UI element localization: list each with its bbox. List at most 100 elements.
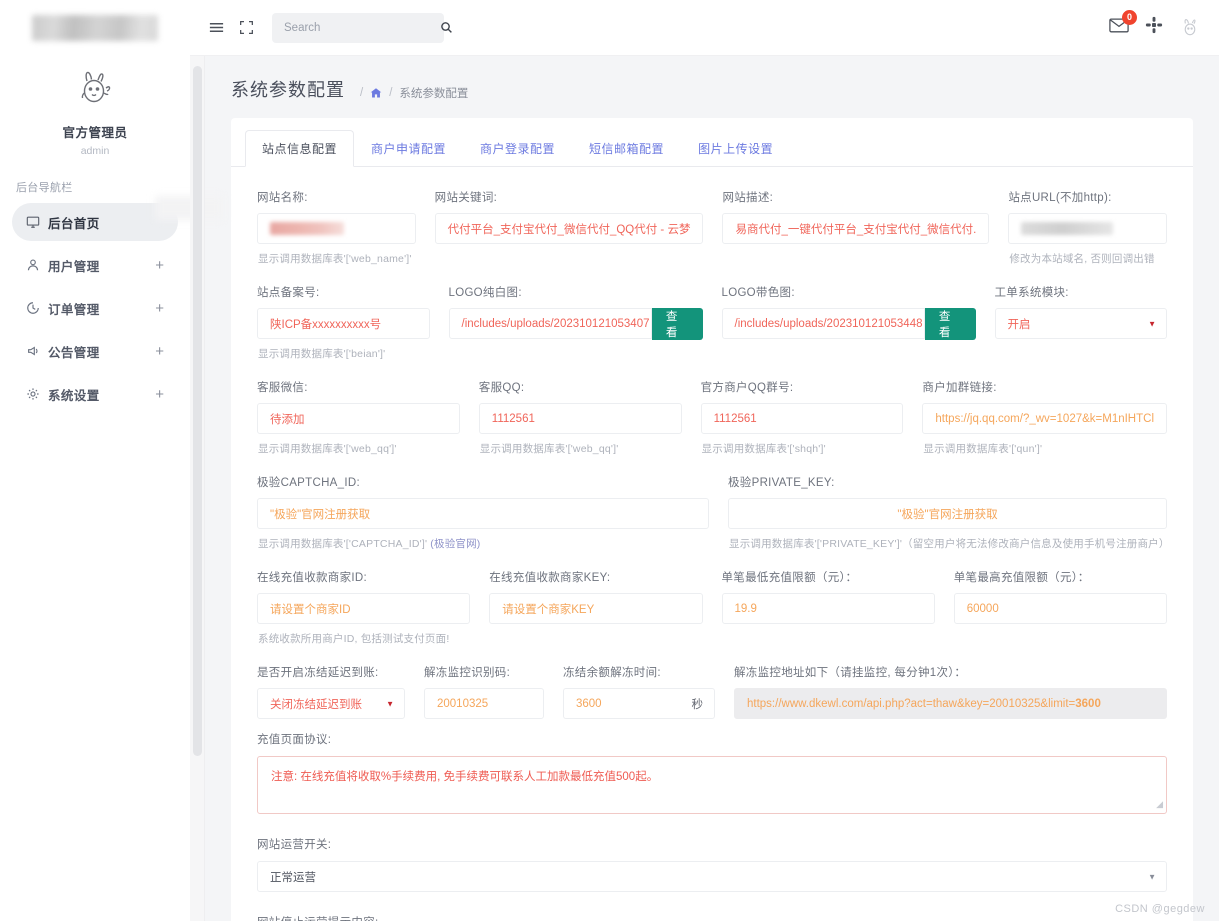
site-keywords-input[interactable]: 代付平台_支付宝代付_微信代付_QQ代付 - 云梦	[435, 213, 704, 244]
ticket-module-select[interactable]: 开启 ▼	[995, 308, 1168, 339]
logo-color-group: /includes/uploads/202310121053448 查看	[722, 308, 976, 340]
search-input[interactable]	[282, 21, 440, 35]
field-group-join-link: 商户加群链接: https://jq.qq.com/?_wv=1027&k=M1…	[922, 379, 1167, 470]
resize-grip-icon[interactable]: ◢	[1156, 797, 1163, 811]
puzzle-icon[interactable]	[1145, 16, 1163, 39]
field-label: LOGO带色图:	[722, 284, 976, 300]
logo-color-view-button[interactable]: 查看	[925, 308, 976, 340]
brand-logo-redacted	[32, 15, 158, 41]
geetest-official-link[interactable]: (极验官网)	[430, 538, 480, 550]
breadcrumb-current: 系统参数配置	[399, 85, 468, 101]
site-description-input[interactable]: 易商代付_一键代付平台_支付宝代付_微信代付.	[722, 213, 989, 244]
recharge-merchant-key-input[interactable]: 请设置个商家KEY	[489, 593, 702, 624]
thaw-monitor-url-limit: 3600	[1075, 698, 1101, 710]
freeze-delay-value: 关闭冻结延迟到账	[270, 696, 362, 712]
form-row-4: 极验CAPTCHA_ID: "极验"官网注册获取 显示调用数据库表'['CAPT…	[257, 474, 1167, 565]
max-recharge-input[interactable]: 60000	[954, 593, 1167, 624]
form-row-2: 站点备案号: 陕ICP备xxxxxxxxxx号 显示调用数据库表'['beian…	[257, 284, 1167, 375]
sidebar-item-label: 订单管理	[48, 299, 155, 318]
sidebar-item-dashboard[interactable]: 后台首页	[12, 203, 178, 241]
tab-sms-email[interactable]: 短信邮箱配置	[572, 130, 681, 167]
hamburger-icon[interactable]	[208, 19, 225, 36]
profile-name: 官方管理员	[0, 122, 190, 141]
logo-white-view-button[interactable]: 查看	[652, 308, 703, 340]
sidebar-item-expand[interactable]: +	[155, 344, 164, 359]
field-hint: 显示调用数据库表'['PRIVATE_KEY']'（留空用户将无法修改商户信息及…	[729, 536, 1167, 551]
sidebar-item-announcements[interactable]: 公告管理 +	[12, 332, 178, 370]
tab-site-info[interactable]: 站点信息配置	[245, 130, 354, 167]
logo-white-input[interactable]: /includes/uploads/202310121053407	[449, 308, 652, 339]
field-label: 单笔最高充值限额（元）：	[954, 569, 1167, 585]
main-area: 0	[190, 0, 1219, 921]
ticket-module-value: 开启	[1008, 316, 1031, 332]
field-hint	[723, 347, 976, 359]
sidebar-item-expand[interactable]: +	[155, 387, 164, 402]
field-label: 充值页面协议:	[257, 731, 1167, 747]
recharge-agreement-textarea[interactable]: 注意: 在线充值将收取%手续费用, 免手续费可联系人工加款最低充值500起。 ◢	[257, 756, 1167, 814]
field-hint: 系统收款所用商户ID, 包括测试支付页面!	[258, 631, 470, 646]
brand-logo[interactable]	[0, 0, 190, 56]
field-hint: 修改为本站域名, 否则回调出错	[1009, 251, 1167, 266]
form-row-3: 客服微信: 待添加 显示调用数据库表'['web_qq']' 客服QQ: 111…	[257, 379, 1167, 470]
logo-color-input[interactable]: /includes/uploads/202310121053448	[722, 308, 925, 339]
field-label: 单笔最低充值限额（元）：	[722, 569, 935, 585]
search-icon[interactable]	[440, 21, 453, 34]
tab-bar: 站点信息配置 商户申请配置 商户登录配置 短信邮箱配置 图片上传设置	[231, 118, 1193, 167]
field-logo-white: LOGO纯白图: /includes/uploads/2023101210534…	[449, 284, 703, 375]
official-qq-group-input[interactable]: 1112561	[701, 403, 904, 434]
service-qq-input[interactable]: 1112561	[479, 403, 682, 434]
scrollbar-thumb[interactable]	[193, 66, 202, 756]
breadcrumb-separator: /	[360, 87, 363, 99]
thaw-time-unit: 秒	[681, 688, 716, 719]
service-wechat-input[interactable]: 待添加	[257, 403, 460, 434]
sidebar-item-label: 后台首页	[48, 213, 164, 232]
blur-artifact	[155, 196, 223, 220]
sidebar-item-orders[interactable]: 订单管理 +	[12, 289, 178, 327]
icp-record-input[interactable]: 陕ICP备xxxxxxxxxx号	[257, 308, 430, 339]
freeze-delay-select[interactable]: 关闭冻结延迟到账 ▼	[257, 688, 405, 719]
thaw-monitor-url-prefix: https://www.dkewl.com/api.php?act=thaw&k…	[747, 698, 1075, 710]
sidebar-item-users[interactable]: 用户管理 +	[12, 246, 178, 284]
user-avatar-icon[interactable]	[1179, 17, 1201, 39]
field-label: 客服微信:	[257, 379, 460, 395]
sidebar-item-label: 系统设置	[48, 385, 155, 404]
sidebar-item-expand[interactable]: +	[155, 258, 164, 273]
sidebar-item-label: 公告管理	[48, 342, 155, 361]
thaw-monitor-url-input[interactable]: https://www.dkewl.com/api.php?act=thaw&k…	[734, 688, 1167, 719]
field-hint-text: 显示调用数据库表'['CAPTCHA_ID']'	[258, 538, 427, 550]
sidebar-item-settings[interactable]: 系统设置 +	[12, 375, 178, 413]
thaw-code-input[interactable]: 20010325	[424, 688, 544, 719]
breadcrumb-separator: /	[389, 87, 392, 99]
logo-white-group: /includes/uploads/202310121053407 查看	[449, 308, 703, 340]
tab-merchant-apply[interactable]: 商户申请配置	[354, 130, 463, 167]
site-url-input[interactable]	[1008, 213, 1167, 244]
operation-switch-select[interactable]: 正常运营 ▼	[257, 861, 1167, 892]
messages-button[interactable]: 0	[1109, 17, 1129, 38]
field-label: 站点备案号:	[257, 284, 430, 300]
search-box[interactable]	[272, 13, 444, 43]
thaw-time-input[interactable]: 3600	[563, 688, 681, 719]
field-site-description: 网站描述: 易商代付_一键代付平台_支付宝代付_微信代付.	[722, 189, 989, 280]
fullscreen-icon[interactable]	[239, 20, 254, 35]
home-icon[interactable]	[370, 87, 382, 99]
field-thaw-time: 冻结余额解冻时间: 3600 秒	[563, 664, 715, 719]
field-label: 网站关键词:	[435, 189, 704, 205]
sidebar: 官方管理员 admin 后台导航栏 后台首页 用户	[0, 0, 190, 921]
private-key-input[interactable]: "极验"官网注册获取	[728, 498, 1167, 529]
site-name-input[interactable]	[257, 213, 416, 244]
group-join-link-input[interactable]: https://jq.qq.com/?_wv=1027&k=M1nIHTCl	[922, 403, 1167, 434]
sidebar-item-expand[interactable]: +	[155, 301, 164, 316]
tab-image-upload[interactable]: 图片上传设置	[681, 130, 790, 167]
field-recharge-merchant-id: 在线充值收款商家ID: 请设置个商家ID 系统收款所用商户ID, 包括测试支付页…	[257, 569, 470, 660]
page-header: 系统参数配置 / / 系统参数配置	[205, 56, 1219, 118]
field-hint	[490, 631, 702, 643]
tab-merchant-login[interactable]: 商户登录配置	[463, 130, 572, 167]
vertical-scrollbar[interactable]	[190, 56, 205, 921]
captcha-id-input[interactable]: "极验"官网注册获取	[257, 498, 709, 529]
min-recharge-input[interactable]: 19.9	[722, 593, 935, 624]
topbar: 0	[190, 0, 1219, 56]
recharge-agreement-value: 注意: 在线充值将收取%手续费用, 免手续费可联系人工加款最低充值500起。	[271, 771, 658, 783]
field-label: 极验CAPTCHA_ID:	[257, 474, 709, 490]
field-thaw-code: 解冻监控识别码: 20010325	[424, 664, 544, 719]
recharge-merchant-id-input[interactable]: 请设置个商家ID	[257, 593, 470, 624]
